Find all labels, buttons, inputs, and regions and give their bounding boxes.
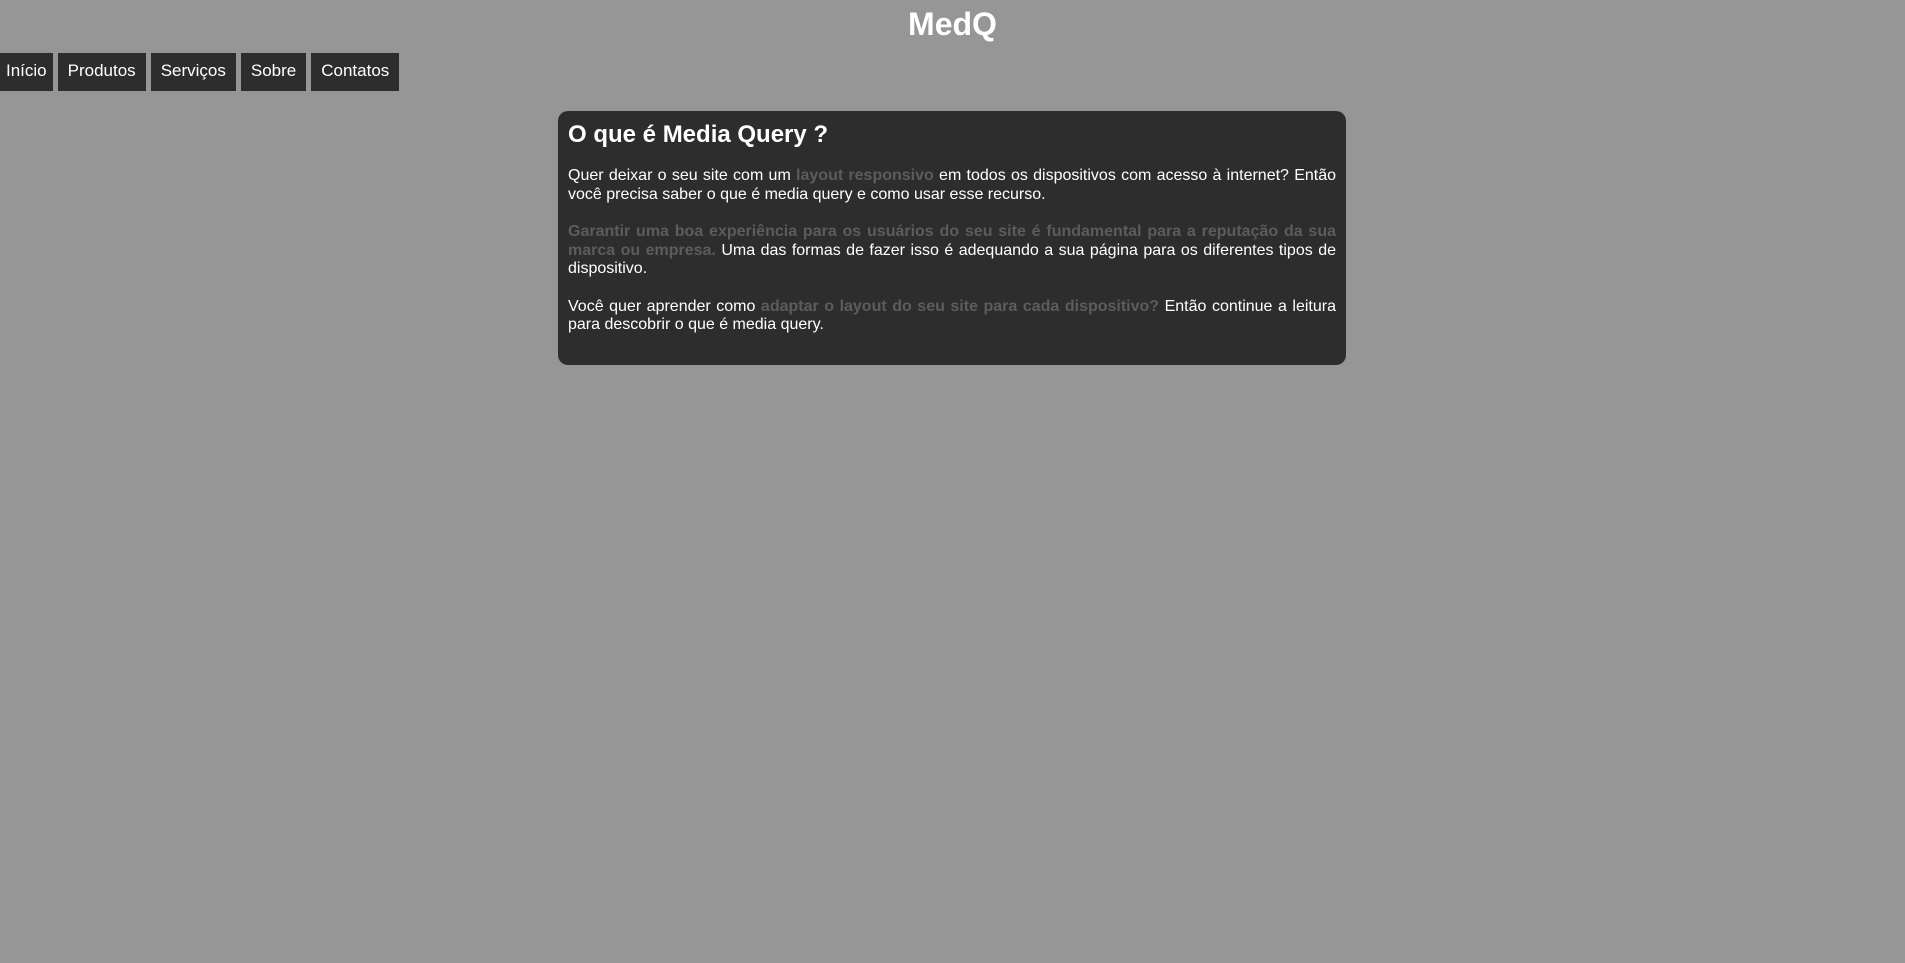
article-card: O que é Media Query ? Quer deixar o seu … xyxy=(558,111,1346,365)
article-heading: O que é Media Query ? xyxy=(568,121,829,148)
nav-item-inicio[interactable]: Início xyxy=(0,53,53,91)
nav-item-produtos[interactable]: Produtos xyxy=(57,53,146,91)
article-paragraph-1: Quer deixar o seu site com um layout res… xyxy=(568,167,1336,204)
nav-item-servicos[interactable]: Serviços xyxy=(150,53,236,91)
site-title: MedQ xyxy=(908,6,997,42)
main-nav: Início Produtos Serviços Sobre Contatos xyxy=(0,53,400,91)
highlight-text: layout responsivo xyxy=(796,167,934,184)
highlight-text: adaptar o layout do seu site para cada d… xyxy=(760,297,1160,315)
paragraph-text: Quer deixar o seu site com um xyxy=(568,167,797,184)
article-paragraph-2: Garantir uma boa experiência para os usu… xyxy=(568,223,1336,279)
article-paragraph-3: Você quer aprender como adaptar o layout… xyxy=(568,298,1336,335)
paragraph-text: Você quer aprender como xyxy=(568,297,761,315)
nav-item-sobre[interactable]: Sobre xyxy=(240,53,307,91)
nav-item-contatos[interactable]: Contatos xyxy=(311,53,400,91)
